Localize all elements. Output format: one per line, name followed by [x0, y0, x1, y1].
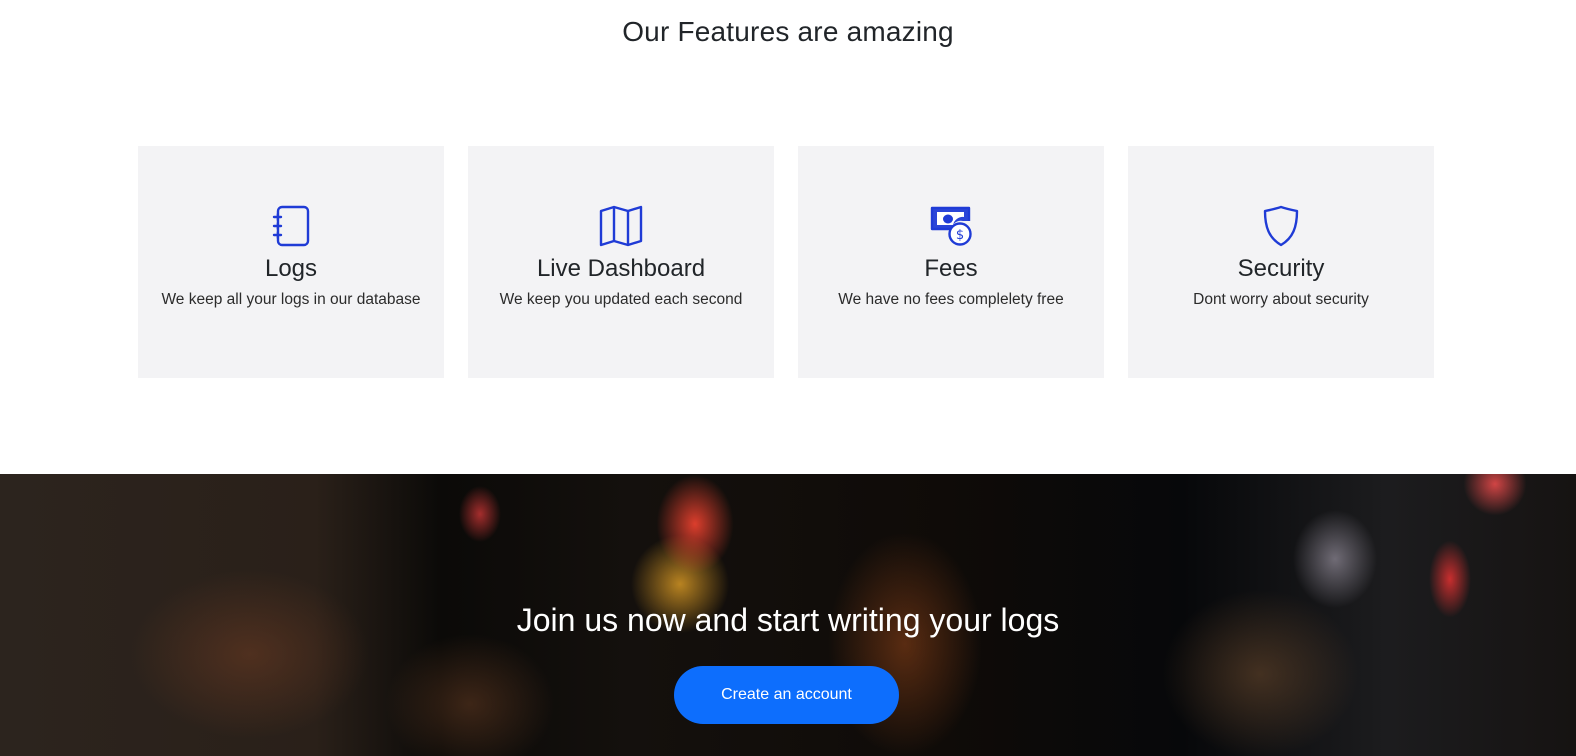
feature-card-logs: Logs We keep all your logs in our databa…: [138, 146, 444, 378]
create-account-button[interactable]: Create an account: [674, 666, 899, 724]
svg-text:$: $: [956, 228, 964, 243]
feature-card-security: Security Dont worry about security: [1128, 146, 1434, 378]
map-icon: [599, 204, 643, 248]
feature-card-fees: $ Fees We have no fees complelety free: [798, 146, 1104, 378]
feature-description: We have no fees complelety free: [838, 291, 1064, 308]
feature-title: Fees: [924, 255, 978, 282]
cta-title: Join us now and start writing your logs: [516, 602, 1060, 638]
feature-description: Dont worry about security: [1193, 291, 1369, 308]
features-section: Our Features are amazing Logs We keep al…: [0, 0, 1576, 474]
feature-title: Security: [1237, 255, 1325, 282]
feature-description: We keep all your logs in our database: [161, 291, 421, 308]
shield-icon: [1259, 204, 1303, 248]
feature-description: We keep you updated each second: [499, 291, 743, 308]
feature-card-live-dashboard: Live Dashboard We keep you updated each …: [468, 146, 774, 378]
cta-section: Join us now and start writing your logs …: [0, 474, 1576, 756]
feature-title: Live Dashboard: [536, 255, 706, 282]
feature-title: Logs: [264, 255, 318, 282]
feature-cards: Logs We keep all your logs in our databa…: [138, 146, 1436, 378]
journal-icon: [269, 204, 313, 248]
features-title: Our Features are amazing: [622, 16, 954, 47]
cash-coin-icon: $: [929, 204, 973, 248]
